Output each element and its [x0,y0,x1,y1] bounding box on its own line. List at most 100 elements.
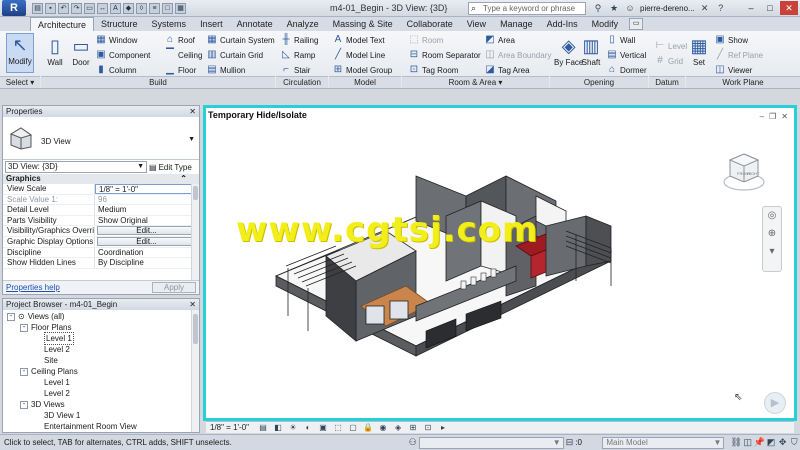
tag-area-button[interactable]: ◪ Tag Area [484,64,529,76]
component-button[interactable]: ▣ Component [95,49,150,61]
open-icon[interactable]: ▤ [32,2,43,14]
close-icon[interactable]: ✕ [189,299,196,310]
door-button[interactable]: ▭ Door [70,35,92,67]
close-icon[interactable]: ✕ [189,106,196,117]
property-row[interactable]: Show Hidden Lines By Discipline [3,258,199,269]
room-button[interactable]: ⬚ Room [408,34,443,46]
curtain-grid-button[interactable]: ▥ Curtain Grid [206,49,263,61]
instance-filter-select[interactable]: 3D View: {3D} ▼ [5,161,147,173]
area-button[interactable]: ◩ Area [484,34,515,46]
by-face-button[interactable]: ◈ By Face [554,35,583,67]
roof-button[interactable]: ⌂ Roof [164,34,195,46]
viewer-button[interactable]: ◫ Viewer [714,64,752,76]
render-icon[interactable]: ▣ [318,423,328,432]
property-row[interactable]: Graphic Display Options Edit... [3,236,199,248]
property-value[interactable]: Show Original [95,216,199,226]
collapse-toggle-icon[interactable]: - [20,367,28,376]
property-value[interactable]: 96 [95,195,199,205]
redo-icon[interactable]: ↷ [71,2,82,14]
drag-on-selection-icon[interactable]: ✥ [777,437,789,448]
worksharing-icon[interactable]: ⚇ [407,437,419,448]
close-hidden-icon[interactable]: □ [162,2,173,14]
dormer-button[interactable]: ⌂ Dormer [606,64,647,76]
browser-node[interactable]: Level 1 [3,332,199,345]
view-scale-value[interactable]: 1/8" = 1'-0" [210,423,253,432]
browser-node[interactable]: - ⊙ Views (all) [3,311,199,322]
steering-wheel-icon[interactable]: ◎ [763,207,781,225]
vertical-opening-button[interactable]: ▤ Vertical [606,49,646,61]
play-icon[interactable]: ▶ [764,392,786,414]
collapse-toggle-icon[interactable]: - [7,312,15,321]
property-row[interactable]: Scale Value 1: 96 [3,194,199,206]
text-icon[interactable]: A [110,2,121,14]
browser-node[interactable]: - Ceiling Plans [3,366,199,377]
search-input[interactable]: Type a keyword or phrase ⌕ [468,2,586,15]
3d-view-icon[interactable]: ◆ [123,2,134,14]
temporary-hide-icon[interactable]: ◉ [378,423,388,432]
subscription-icon[interactable]: ★ [608,2,620,14]
browser-node[interactable]: Level 2 [3,344,199,355]
shadows-icon[interactable]: ◐ [303,423,313,432]
editable-only-icon[interactable]: ⊟ [564,437,576,448]
properties-scrollbar[interactable] [191,184,199,280]
user-icon[interactable]: ☺ [624,2,636,14]
shaft-button[interactable]: ▥ Shaft [580,35,602,67]
curtain-system-button[interactable]: ▦ Curtain System [206,34,274,46]
crop-view-icon[interactable]: ⬚ [333,423,343,432]
reveal-hidden-icon[interactable]: ◈ [393,423,403,432]
tab-add-ins[interactable]: Add-Ins [540,17,585,31]
detail-level-icon[interactable]: ▤ [258,423,268,432]
application-menu-button[interactable]: R [2,0,26,16]
property-value[interactable]: Medium [95,205,199,215]
tab-massing-site[interactable]: Massing & Site [326,17,400,31]
property-value[interactable]: By Discipline [95,258,199,268]
binoculars-icon[interactable]: ⚲ [592,2,604,14]
column-button[interactable]: ▮ Column [95,64,136,76]
tab-systems[interactable]: Systems [145,17,194,31]
area-boundary-button[interactable]: ◫ Area Boundary [484,49,551,61]
panel-room-area[interactable]: Room & Area ▾ [402,76,549,88]
minimize-icon[interactable]: – [742,1,760,15]
collapse-toggle-icon[interactable]: - [20,323,28,332]
visual-style-icon[interactable]: ◧ [273,423,283,432]
sun-path-icon[interactable]: ☀ [288,423,298,432]
show-crop-icon[interactable]: ▢ [348,423,358,432]
collapse-toggle-icon[interactable]: - [20,400,28,409]
select-underlay-icon[interactable]: ◫ [742,437,754,448]
set-button[interactable]: ▦ Set [688,35,710,67]
close-icon[interactable]: ✕ [781,112,788,121]
select-pinned-icon[interactable]: 📌 [754,437,766,448]
tab-structure[interactable]: Structure [94,17,145,31]
browser-node[interactable]: - Floor Plans [3,322,199,333]
viewcube[interactable]: FRONT RIGHT [722,148,766,194]
tab-insert[interactable]: Insert [193,17,230,31]
level-button[interactable]: ⊢ Level [654,40,687,52]
ceiling-button[interactable]: ▔ Ceiling [164,49,202,61]
design-option-select[interactable]: Main Model ▼ [602,436,725,449]
building-model[interactable] [266,156,626,386]
scroll-thumb[interactable] [193,314,198,344]
show-button[interactable]: ▣ Show [714,34,748,46]
maximize-icon[interactable]: □ [761,1,779,15]
property-row[interactable]: Parts Visibility Show Original [3,215,199,227]
help-icon[interactable]: ? [715,2,727,14]
undo-icon[interactable]: ↶ [58,2,69,14]
browser-node[interactable]: Site [3,355,199,366]
reveal-constraints-icon[interactable]: ▸ [438,423,448,432]
edit-type-button[interactable]: ▤ Edit Type [149,163,192,172]
zoom-icon[interactable]: ⊕ [763,225,781,243]
property-row[interactable]: Detail Level Medium [3,205,199,216]
select-by-face-icon[interactable]: ◩ [765,437,777,448]
close-icon[interactable]: ✕ [780,1,798,15]
ribbon-minimize-icon[interactable]: ▭ [629,18,644,30]
grid-button[interactable]: # Grid [654,55,683,67]
tab-annotate[interactable]: Annotate [230,17,280,31]
browser-node[interactable]: Entertainment Room View [3,421,199,432]
wall-opening-button[interactable]: ▯ Wall [606,34,635,46]
minimize-icon[interactable]: – [760,112,764,121]
model-line-button[interactable]: ╱ Model Line [332,49,385,61]
ramp-button[interactable]: ◺ Ramp [280,49,315,61]
properties-help-link[interactable]: Properties help [6,283,60,292]
wall-button[interactable]: ▯ Wall [44,35,66,67]
save-icon[interactable]: ▪ [45,2,56,14]
